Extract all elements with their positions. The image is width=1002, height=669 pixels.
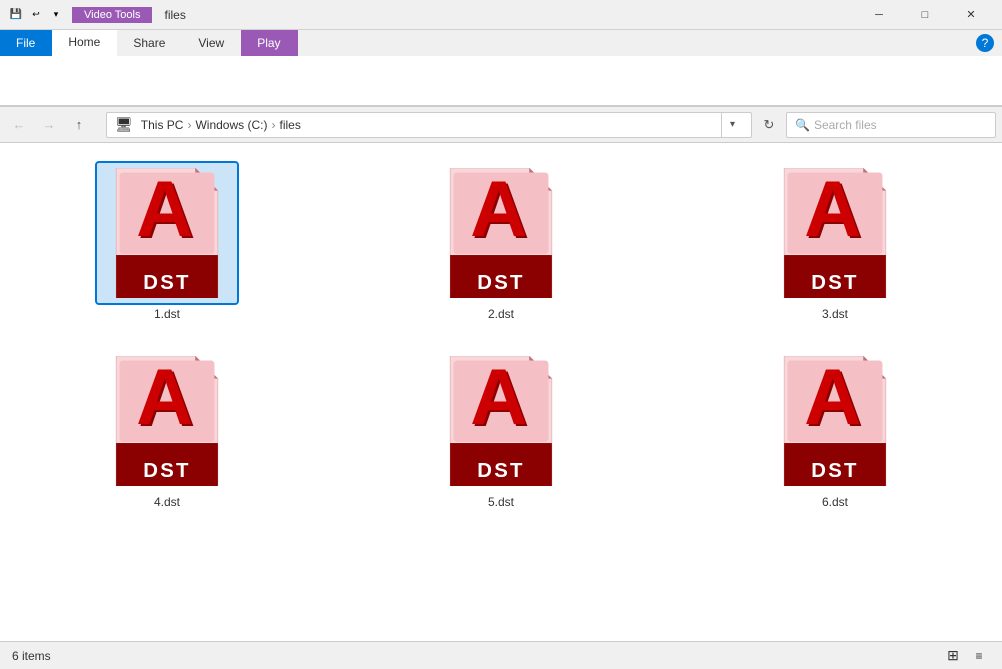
svg-text:A: A bbox=[470, 356, 527, 441]
refresh-button[interactable]: ↻ bbox=[756, 112, 782, 138]
video-tools-label: Video Tools bbox=[72, 7, 152, 23]
file-item-6.dst[interactable]: A A DST 6.dst bbox=[765, 351, 905, 509]
file-grid: A A DST 1.dst A A DST 2.dst bbox=[0, 143, 1002, 641]
file-icon-wrapper: A A DST bbox=[97, 351, 237, 491]
breadcrumb: 🖥 This PC › Windows (C:) › files bbox=[115, 116, 301, 133]
list-view-button[interactable]: ≡ bbox=[968, 645, 990, 667]
file-icon-wrapper: A A DST bbox=[431, 351, 571, 491]
file-item-2.dst[interactable]: A A DST 2.dst bbox=[431, 163, 571, 321]
svg-text:DST: DST bbox=[143, 272, 190, 294]
forward-button[interactable]: → bbox=[36, 112, 62, 138]
item-count: 6 items bbox=[12, 649, 51, 663]
ribbon-tabs: File Home Share View Play ? bbox=[0, 30, 1002, 56]
window-title: files bbox=[164, 8, 185, 22]
file-item-4.dst[interactable]: A A DST 4.dst bbox=[97, 351, 237, 509]
status-bar: 6 items ⊞ ≡ bbox=[0, 641, 1002, 669]
file-label: 1.dst bbox=[154, 307, 180, 321]
file-label: 3.dst bbox=[822, 307, 848, 321]
file-icon-wrapper: A A DST bbox=[765, 351, 905, 491]
search-placeholder: Search files bbox=[814, 118, 877, 132]
ribbon-commands bbox=[0, 56, 1002, 106]
svg-text:A: A bbox=[136, 356, 193, 441]
title-bar-controls: ─ □ ✕ bbox=[856, 0, 994, 30]
help-button[interactable]: ? bbox=[976, 34, 994, 52]
svg-text:DST: DST bbox=[143, 460, 190, 482]
svg-text:DST: DST bbox=[811, 272, 858, 294]
svg-text:A: A bbox=[136, 168, 193, 253]
address-dropdown-button[interactable]: ▾ bbox=[721, 112, 743, 138]
navigation-bar: ← → ↑ 🖥 This PC › Windows (C:) › files ▾… bbox=[0, 107, 1002, 143]
file-label: 2.dst bbox=[488, 307, 514, 321]
svg-text:DST: DST bbox=[811, 460, 858, 482]
tab-play[interactable]: Play bbox=[241, 30, 297, 56]
file-label: 4.dst bbox=[154, 495, 180, 509]
breadcrumb-files[interactable]: files bbox=[279, 118, 300, 132]
svg-text:A: A bbox=[804, 168, 861, 253]
main-area: A A DST 1.dst A A DST 2.dst bbox=[0, 143, 1002, 641]
file-item-5.dst[interactable]: A A DST 5.dst bbox=[431, 351, 571, 509]
address-bar[interactable]: 🖥 This PC › Windows (C:) › files ▾ bbox=[106, 112, 752, 138]
title-bar-icons: 💾 ↩ ▾ bbox=[8, 7, 64, 23]
svg-text:A: A bbox=[470, 168, 527, 253]
maximize-button[interactable]: □ bbox=[902, 0, 948, 30]
svg-text:DST: DST bbox=[477, 460, 524, 482]
quick-access-undo-icon[interactable]: ↩ bbox=[28, 7, 44, 23]
up-button[interactable]: ↑ bbox=[66, 112, 92, 138]
file-item-1.dst[interactable]: A A DST 1.dst bbox=[97, 163, 237, 321]
breadcrumb-windowsc[interactable]: Windows (C:) bbox=[195, 118, 267, 132]
file-item-3.dst[interactable]: A A DST 3.dst bbox=[765, 163, 905, 321]
grid-view-button[interactable]: ⊞ bbox=[942, 645, 964, 667]
quick-access-menu-icon[interactable]: ▾ bbox=[48, 7, 64, 23]
tab-view[interactable]: View bbox=[182, 30, 241, 56]
file-icon-wrapper: A A DST bbox=[765, 163, 905, 303]
search-icon: 🔍 bbox=[795, 118, 810, 132]
file-label: 5.dst bbox=[488, 495, 514, 509]
file-icon-wrapper: A A DST bbox=[97, 163, 237, 303]
ribbon: File Home Share View Play ? bbox=[0, 30, 1002, 107]
back-button[interactable]: ← bbox=[6, 112, 32, 138]
title-bar: 💾 ↩ ▾ Video Tools files ─ □ ✕ bbox=[0, 0, 1002, 30]
svg-text:A: A bbox=[804, 356, 861, 441]
tab-file[interactable]: File bbox=[0, 30, 52, 56]
breadcrumb-thispc[interactable]: This PC bbox=[141, 118, 184, 132]
svg-text:DST: DST bbox=[477, 272, 524, 294]
tab-share[interactable]: Share bbox=[117, 30, 182, 56]
close-button[interactable]: ✕ bbox=[948, 0, 994, 30]
minimize-button[interactable]: ─ bbox=[856, 0, 902, 30]
quick-access-save-icon[interactable]: 💾 bbox=[8, 7, 24, 23]
tab-home[interactable]: Home bbox=[52, 30, 117, 56]
view-toggle: ⊞ ≡ bbox=[942, 645, 990, 667]
file-label: 6.dst bbox=[822, 495, 848, 509]
file-icon-wrapper: A A DST bbox=[431, 163, 571, 303]
search-bar[interactable]: 🔍 Search files bbox=[786, 112, 996, 138]
